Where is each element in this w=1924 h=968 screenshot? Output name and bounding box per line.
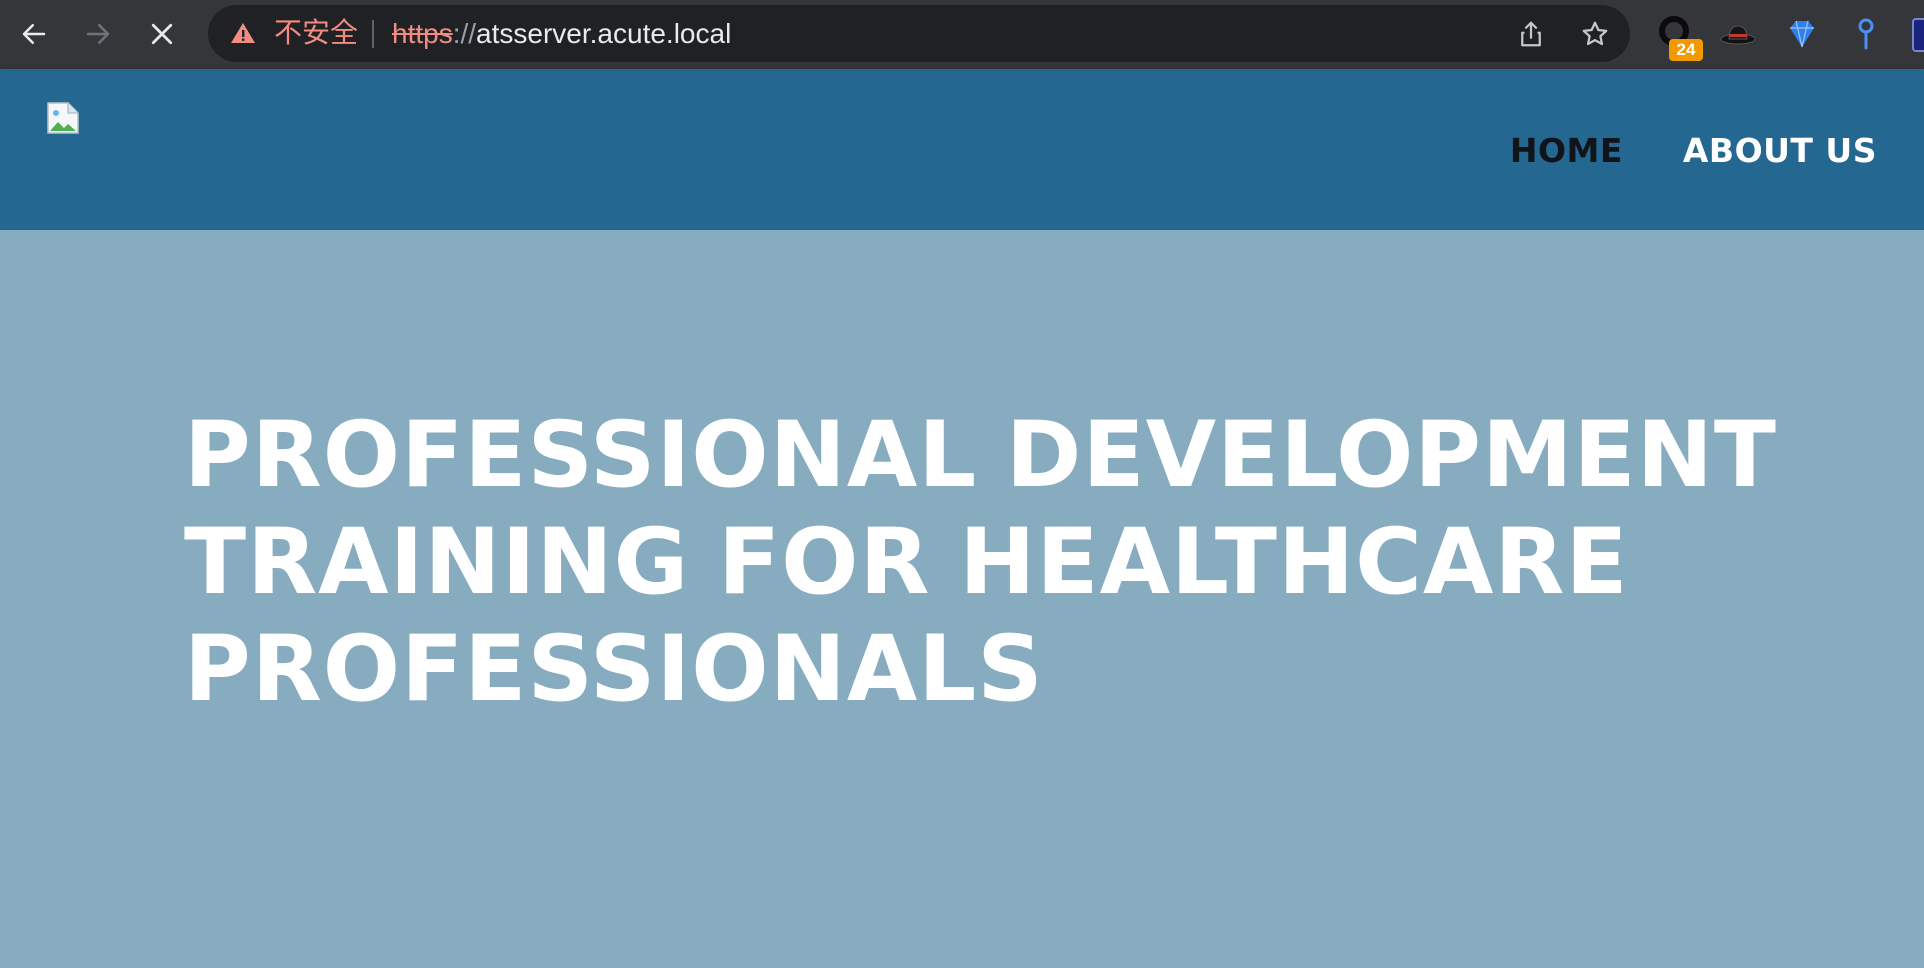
main-nav: HOME ABOUT US (1510, 131, 1877, 171)
nav-link-about-us[interactable]: ABOUT US (1683, 131, 1877, 171)
extension-button-pin[interactable] (1846, 14, 1886, 54)
stop-loading-button[interactable] (141, 13, 183, 55)
arrow-left-icon (22, 24, 46, 44)
site-header: HOME ABOUT US (0, 69, 1924, 230)
extension-count-badge: 24 (1669, 39, 1703, 61)
url-scheme: https (392, 18, 453, 49)
back-button[interactable] (13, 13, 55, 55)
close-icon (151, 23, 173, 45)
arrow-right-icon (86, 24, 110, 44)
nav-link-home[interactable]: HOME (1510, 131, 1623, 171)
forward-button[interactable] (77, 13, 119, 55)
url-host: atsserver.acute.local (476, 18, 732, 49)
url-separator: :// (452, 18, 477, 49)
hat-extension-icon (1720, 25, 1756, 45)
share-button[interactable] (1515, 18, 1547, 50)
security-status-label[interactable]: 不安全 (274, 16, 358, 50)
address-bar[interactable]: 不安全 https://atsserver.acute.local (208, 5, 1630, 62)
extension-button-hat[interactable] (1718, 14, 1758, 54)
url-text[interactable]: https://atsserver.acute.local (392, 17, 731, 51)
pin-extension-icon (1858, 18, 1874, 50)
omnibox-divider (372, 20, 374, 48)
hero-title: PROFESSIONAL DEVELOPMENT TRAINING FOR HE… (184, 403, 1777, 722)
broken-image-logo-icon[interactable] (46, 101, 80, 135)
bookmark-button[interactable] (1579, 18, 1611, 50)
star-icon (1582, 21, 1608, 46)
browser-toolbar: 不安全 https://atsserver.acute.local 24 (0, 0, 1924, 69)
extension-button-gem[interactable] (1782, 14, 1822, 54)
share-icon (1521, 21, 1541, 47)
warning-triangle-icon[interactable] (230, 21, 256, 45)
extension-overflow-icon[interactable] (1912, 18, 1924, 52)
gem-extension-icon (1790, 20, 1814, 48)
